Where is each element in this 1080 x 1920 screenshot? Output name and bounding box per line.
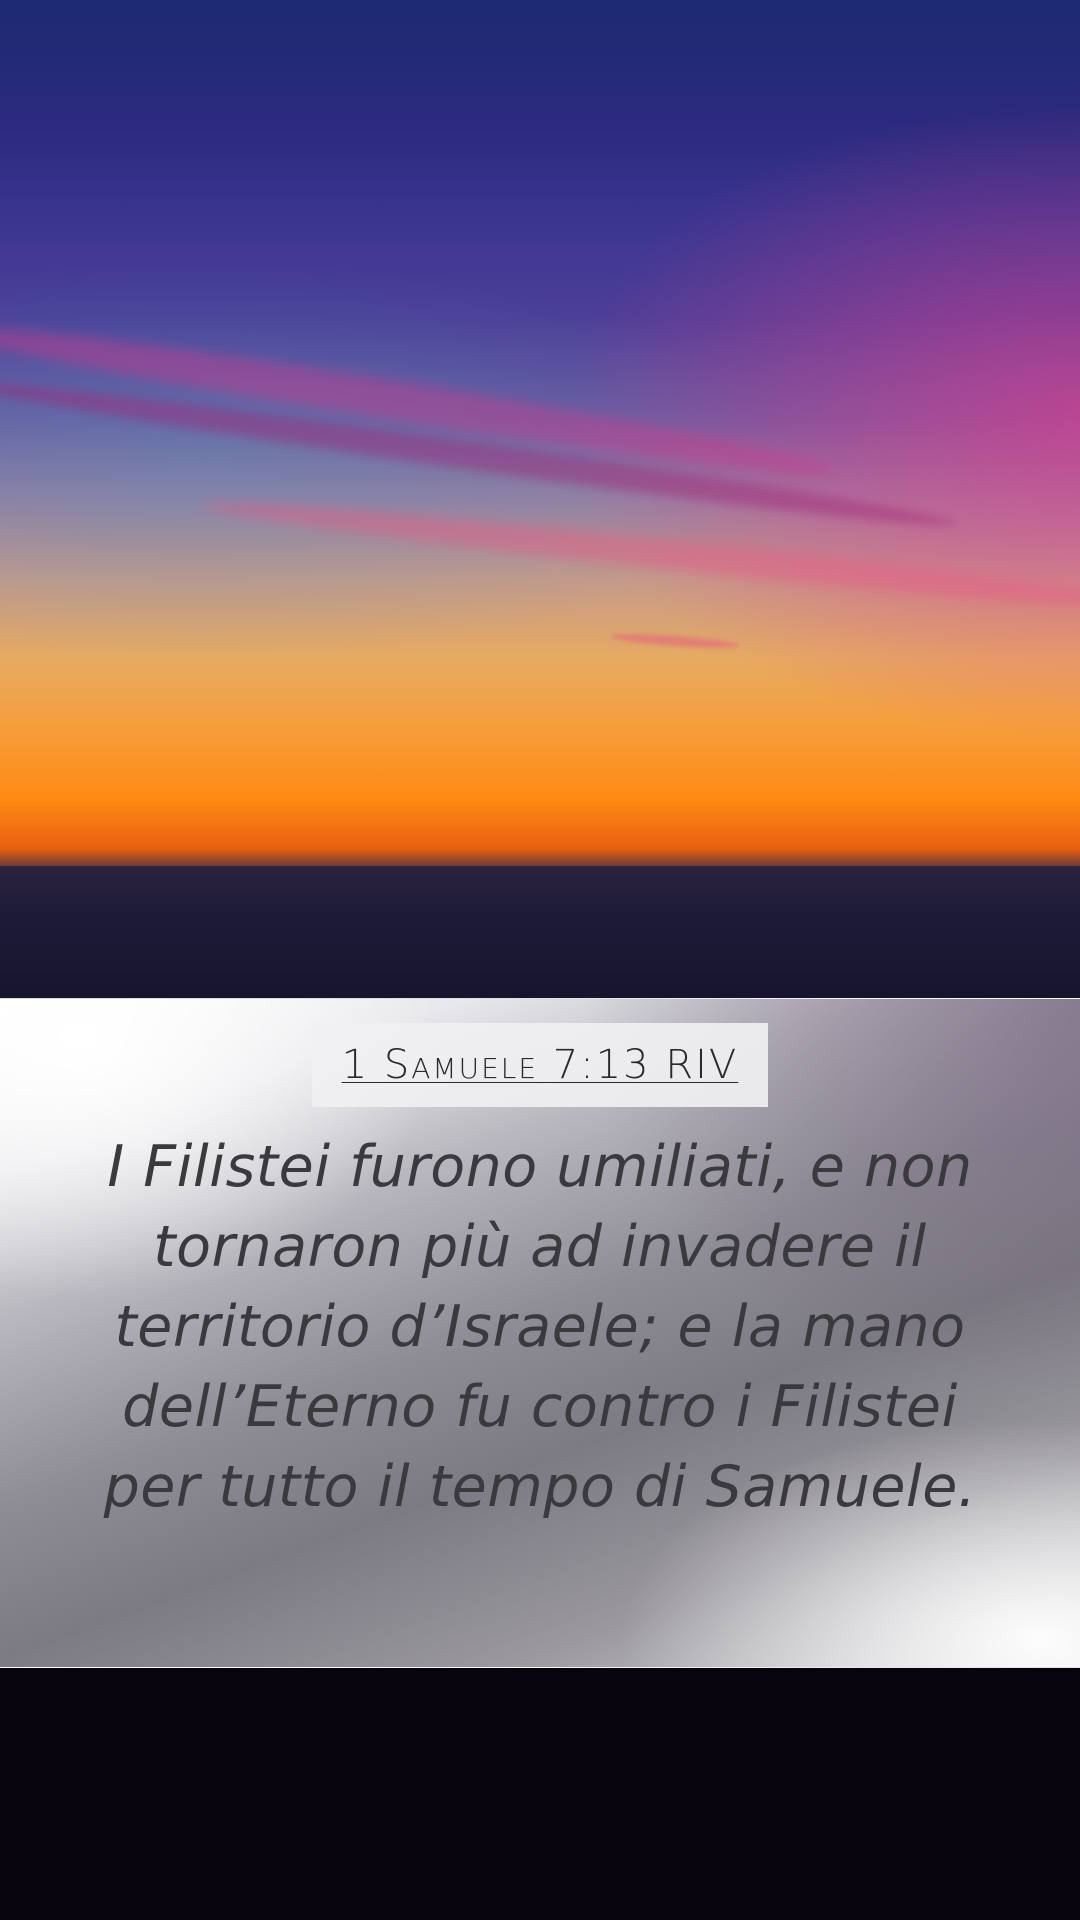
verse-reference: 1 Samuele 7:13 RIV <box>341 1042 739 1088</box>
sunset-sky-photo <box>0 0 1080 998</box>
bottom-dark-area <box>0 1668 1080 1920</box>
reference-badge: 1 Samuele 7:13 RIV <box>312 1023 768 1107</box>
sky-glow <box>0 0 1080 998</box>
wallpaper: 1 Samuele 7:13 RIV I Filistei furono umi… <box>0 0 1080 1920</box>
horizon-sea <box>0 866 1080 998</box>
verse-panel: 1 Samuele 7:13 RIV I Filistei furono umi… <box>0 998 1080 1668</box>
verse-text: I Filistei furono umiliati, e non tornar… <box>103 1134 977 1520</box>
